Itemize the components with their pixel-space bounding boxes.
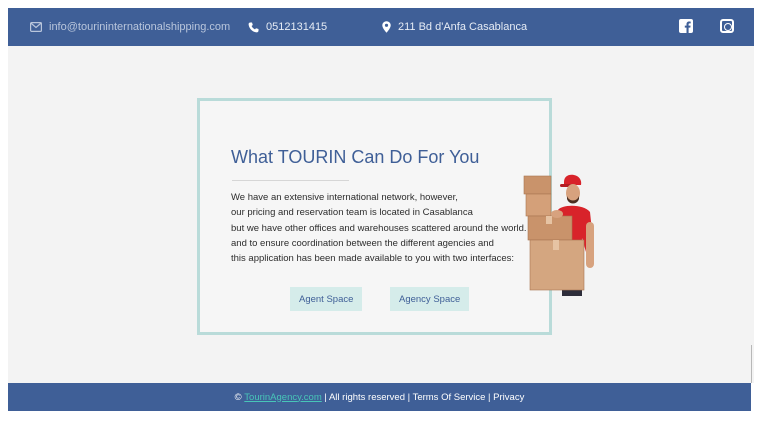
- facebook-icon[interactable]: [679, 19, 693, 33]
- agency-space-button[interactable]: Agency Space: [390, 287, 470, 311]
- site-link[interactable]: TourinAgency.com: [244, 392, 321, 403]
- address-contact[interactable]: 211 Bd d'Anfa Casablanca: [382, 8, 527, 46]
- divider: [751, 345, 752, 383]
- email-text: info@tourininternationalshipping.com: [49, 21, 231, 33]
- phone-icon: [248, 22, 259, 32]
- envelope-icon: [30, 22, 42, 32]
- map-marker-icon: [382, 21, 391, 33]
- description-line: but we have other offices and warehouses…: [231, 222, 527, 234]
- agent-space-button[interactable]: Agent Space: [290, 287, 363, 311]
- email-contact[interactable]: info@tourininternationalshipping.com: [30, 8, 230, 46]
- instagram-icon[interactable]: [720, 19, 734, 33]
- address-text: 211 Bd d'Anfa Casablanca: [398, 21, 528, 33]
- description-line: We have an extensive international netwo…: [231, 192, 458, 203]
- phone-contact[interactable]: 0512131415: [248, 8, 327, 46]
- card-description: We have an extensive international netwo…: [231, 190, 531, 266]
- footer-bar: © TourinAgency.com | All rights reserved…: [8, 383, 751, 411]
- info-card: What TOURIN Can Do For You We have an ex…: [197, 98, 552, 335]
- facebook-glyph-icon: [684, 21, 691, 33]
- footer-links-text[interactable]: | All rights reserved | Terms Of Service…: [324, 392, 524, 403]
- phone-text: 0512131415: [266, 21, 328, 33]
- description-line: this application has been made available…: [231, 253, 515, 265]
- top-contact-bar: info@tourininternationalshipping.com 051…: [8, 8, 754, 46]
- copyright-symbol: ©: [234, 391, 242, 403]
- delivery-man-illustration: [523, 174, 594, 296]
- description-line: and to ensure coordination between the d…: [231, 237, 494, 249]
- card-title: What TOURIN Can Do For You: [231, 147, 480, 167]
- title-divider: [232, 180, 349, 181]
- description-line: our pricing and reservation team is loca…: [231, 207, 473, 219]
